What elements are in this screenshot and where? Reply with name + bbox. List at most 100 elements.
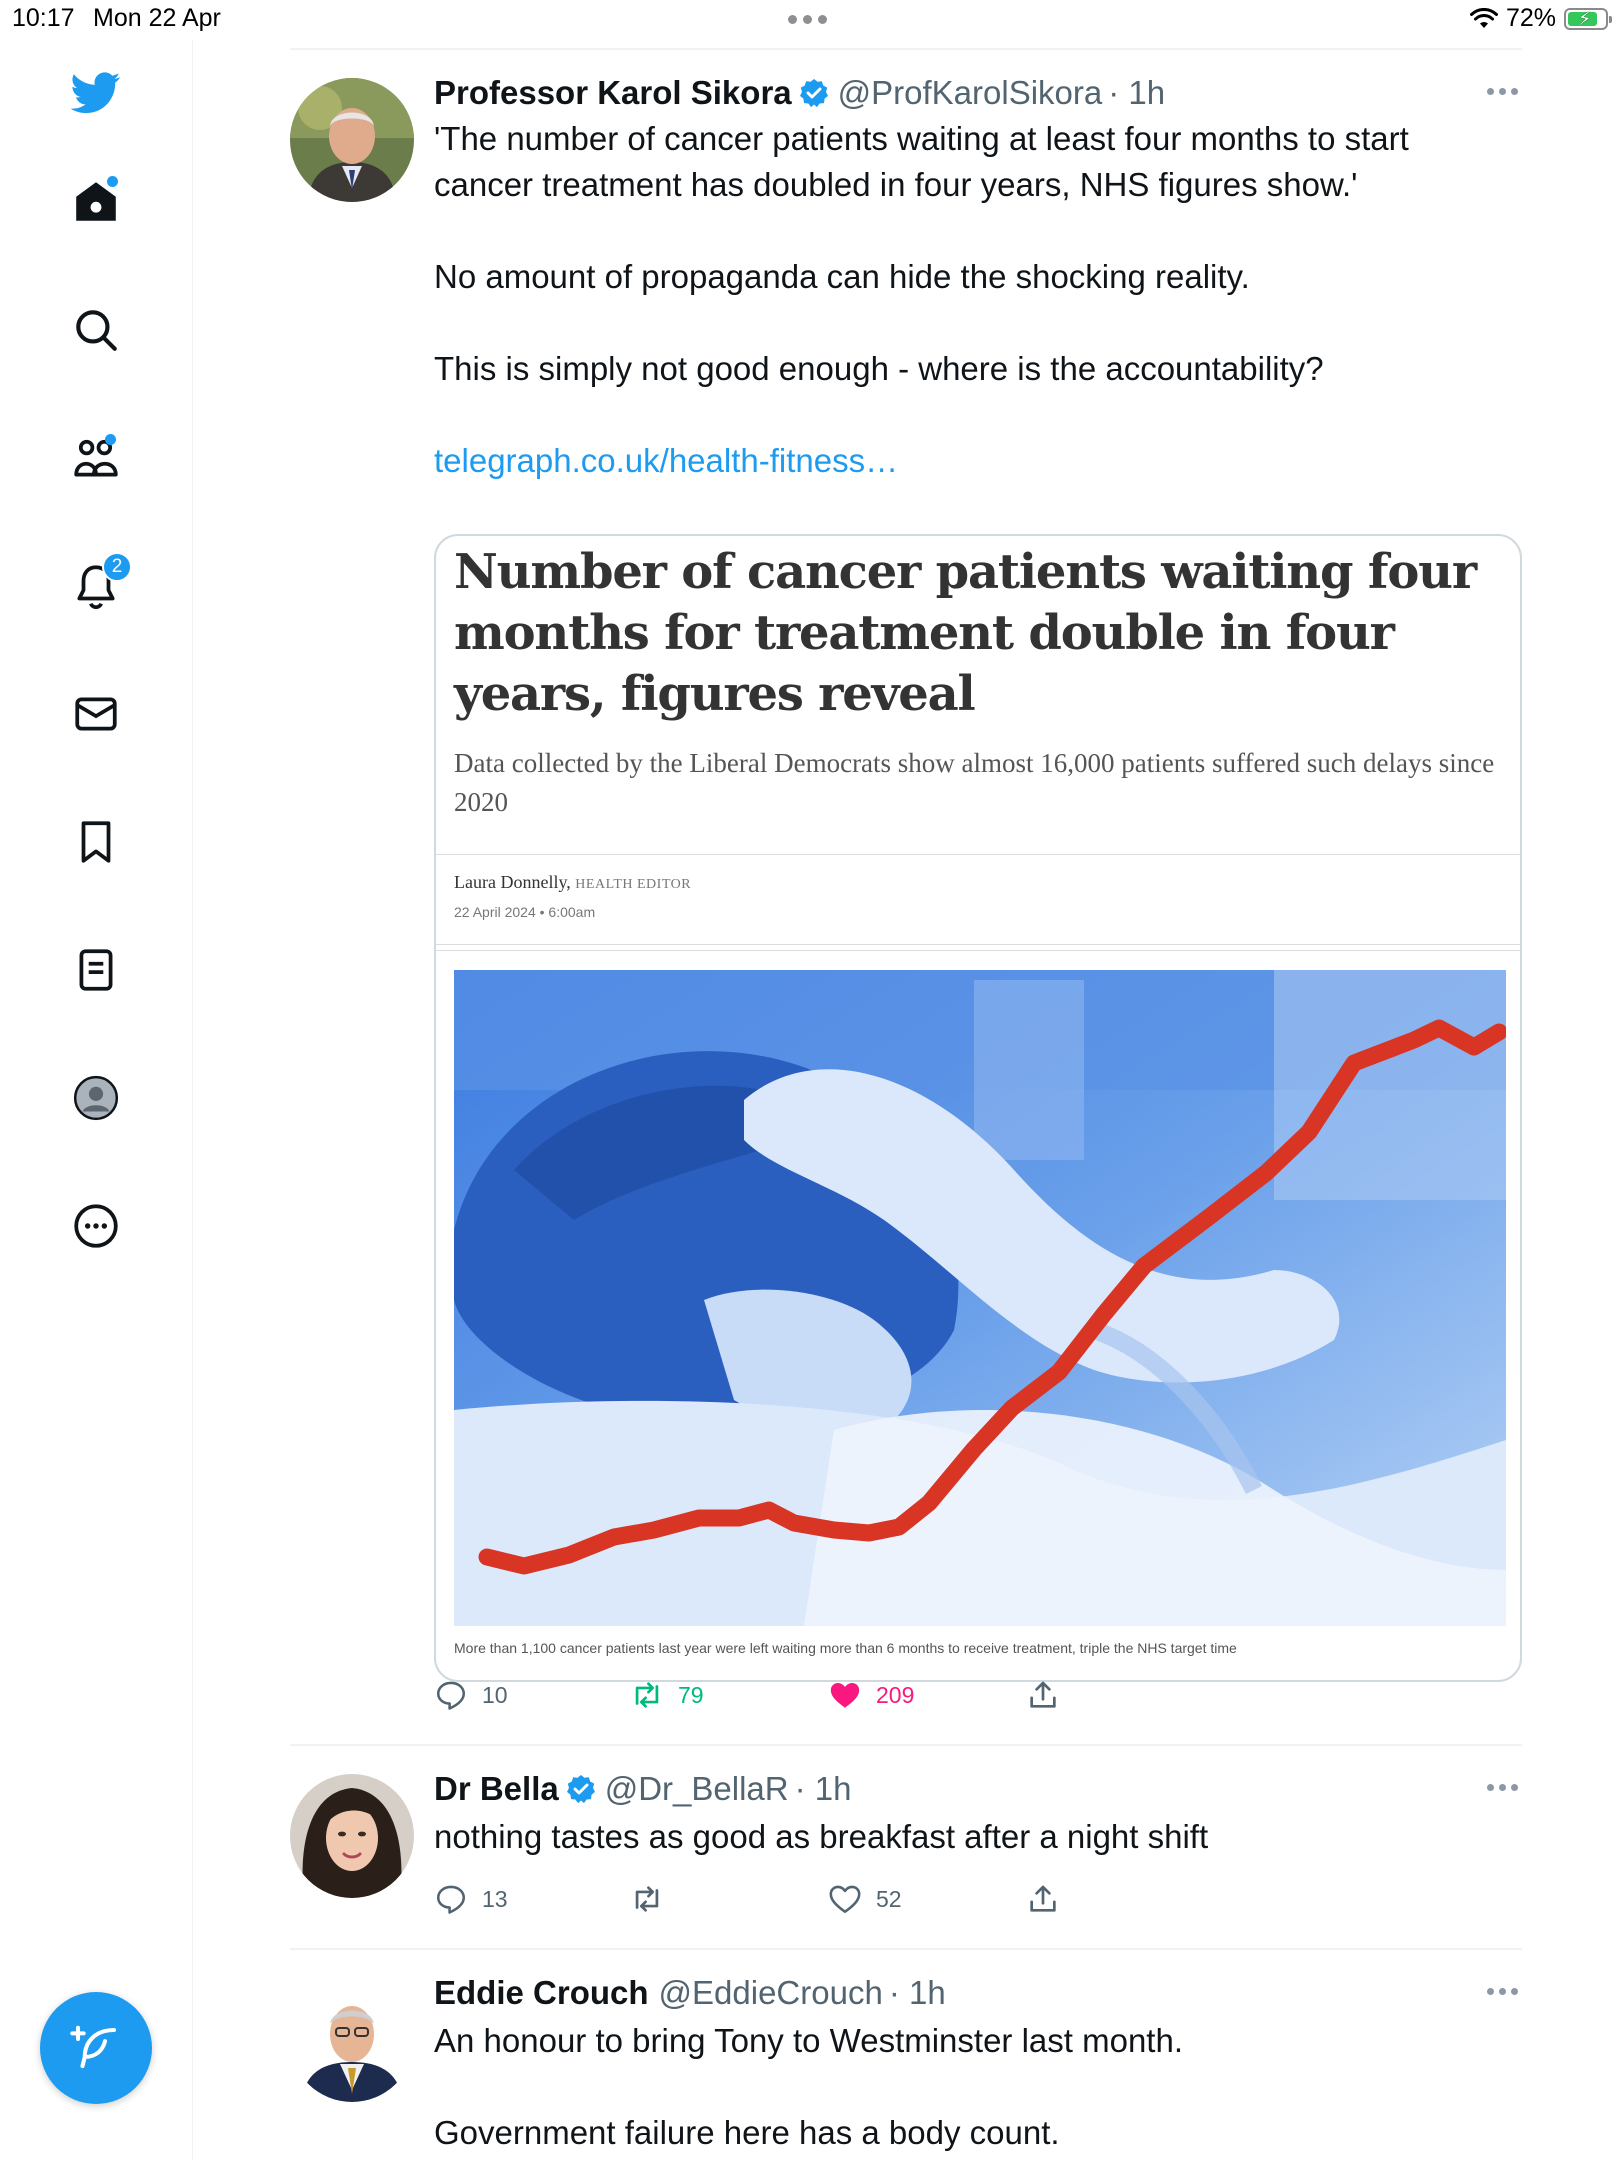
tweet-text-line bbox=[434, 392, 1522, 438]
tweet-header: Eddie Crouch @EddieCrouch · 1h bbox=[434, 1972, 1522, 2014]
nav-profile[interactable] bbox=[64, 1066, 128, 1130]
retweet-count: 79 bbox=[678, 1681, 704, 1708]
heart-filled-icon bbox=[830, 1682, 860, 1708]
tweet-author-name[interactable]: Dr Bella bbox=[434, 1770, 559, 1808]
card-headline: Number of cancer patients waiting four m… bbox=[454, 544, 1477, 722]
retweet-icon bbox=[635, 1682, 659, 1708]
reply-button[interactable]: 13 bbox=[434, 1882, 508, 1916]
search-icon bbox=[76, 310, 117, 351]
tweet-timestamp[interactable]: · 1h bbox=[795, 1770, 852, 1808]
card-author-role: HEALTH EDITOR bbox=[575, 877, 692, 892]
tweet-actions: 13 52 bbox=[434, 1882, 1522, 1922]
tweet-text-line: An honour to bring Tony to Westminster l… bbox=[434, 2022, 1183, 2059]
nav-messages[interactable] bbox=[64, 682, 128, 746]
card-standfirst: Data collected by the Liberal Democrats … bbox=[454, 748, 1495, 817]
notification-count-badge: 2 bbox=[102, 552, 132, 582]
retweet-button[interactable] bbox=[630, 1882, 664, 1916]
tweet-actions: 10 79 209 bbox=[434, 1678, 1522, 1718]
tweet-author-handle[interactable]: @Dr_BellaR bbox=[605, 1770, 789, 1808]
compose-icon bbox=[70, 2025, 117, 2069]
status-indicators: 72% ⚡ bbox=[1469, 4, 1612, 33]
nav-home[interactable] bbox=[64, 170, 128, 234]
status-bar: 10:17 Mon 22 Apr 72% ⚡ bbox=[0, 0, 1620, 40]
tweet-header: Dr Bella @Dr_BellaR · 1h bbox=[434, 1768, 1522, 1810]
reply-count: 13 bbox=[482, 1885, 508, 1912]
card-date: 22 April 2024 • 6:00am bbox=[454, 904, 596, 920]
tweet-link[interactable]: telegraph.co.uk/health-fitness… bbox=[434, 438, 1522, 484]
list-icon bbox=[79, 949, 113, 991]
reply-icon bbox=[436, 1885, 466, 1914]
battery-icon: ⚡ bbox=[1564, 7, 1612, 30]
reply-icon bbox=[436, 1681, 466, 1710]
image-caption: More than 1,100 cancer patients last yea… bbox=[454, 1640, 1237, 1656]
tweet-text-line bbox=[434, 300, 1522, 346]
tweet-text-line bbox=[434, 2064, 1522, 2110]
tweet-author-name[interactable]: Professor Karol Sikora bbox=[434, 74, 792, 112]
tweet-text: An honour to bring Tony to Westminster l… bbox=[434, 2018, 1522, 2156]
share-icon bbox=[1030, 1681, 1056, 1708]
avatar[interactable] bbox=[290, 78, 414, 202]
bookmark-icon bbox=[81, 821, 111, 863]
home-dot-badge bbox=[107, 176, 118, 187]
share-button[interactable] bbox=[1026, 1882, 1060, 1916]
link-card[interactable]: Number of cancer patients waiting four m… bbox=[434, 534, 1522, 1682]
tweet[interactable]: Eddie Crouch @EddieCrouch · 1h An honour… bbox=[290, 1972, 1522, 2160]
share-button[interactable] bbox=[1026, 1678, 1060, 1712]
tweet-timestamp[interactable]: · 1h bbox=[889, 1974, 946, 2012]
share-icon bbox=[1030, 1885, 1056, 1912]
card-divider bbox=[436, 944, 1520, 945]
like-button[interactable]: 209 bbox=[828, 1678, 914, 1712]
nav-notifications[interactable]: 2 bbox=[64, 552, 132, 618]
retweet-button[interactable]: 79 bbox=[630, 1678, 704, 1712]
more-options-icon[interactable] bbox=[1487, 88, 1518, 95]
compose-tweet-button[interactable] bbox=[40, 1992, 152, 2104]
heart-icon bbox=[829, 1885, 861, 1914]
tweet-text-line: This is simply not good enough - where i… bbox=[434, 350, 1324, 387]
timeline-divider bbox=[290, 1948, 1522, 1950]
card-divider bbox=[436, 854, 1520, 855]
timeline-divider bbox=[290, 48, 1522, 50]
tweet-text-line: No amount of propaganda can hide the sho… bbox=[434, 258, 1250, 295]
card-author: Laura Donnelly, bbox=[454, 872, 571, 892]
tweet-text-line: nothing tastes as good as breakfast afte… bbox=[434, 1818, 1209, 1855]
tweet[interactable]: Professor Karol Sikora @ProfKarolSikora … bbox=[290, 72, 1522, 1732]
like-button[interactable]: 52 bbox=[828, 1882, 902, 1916]
tweet-timestamp[interactable]: · 1h bbox=[1108, 74, 1165, 112]
reply-button[interactable]: 10 bbox=[434, 1678, 508, 1712]
tweet-author-handle[interactable]: @ProfKarolSikora bbox=[838, 74, 1103, 112]
like-count: 52 bbox=[876, 1885, 902, 1912]
sidebar: 2 bbox=[0, 40, 193, 2160]
verified-badge-icon[interactable] bbox=[565, 1773, 597, 1805]
tweet[interactable]: Dr Bella @Dr_BellaR · 1h nothing tastes … bbox=[290, 1768, 1522, 1948]
nav-explore[interactable] bbox=[64, 298, 128, 362]
card-divider bbox=[436, 950, 1520, 951]
battery-percent: 72% bbox=[1505, 4, 1556, 32]
nav-bookmarks[interactable] bbox=[64, 810, 128, 874]
card-byline: Laura Donnelly, HEALTH EDITOR bbox=[454, 872, 691, 893]
avatar[interactable] bbox=[290, 1774, 414, 1898]
more-options-icon[interactable] bbox=[1487, 1784, 1518, 1791]
status-date: Mon 22 Apr bbox=[93, 4, 221, 32]
profile-icon bbox=[73, 1075, 119, 1121]
like-count: 209 bbox=[876, 1681, 915, 1708]
reply-count: 10 bbox=[482, 1681, 508, 1708]
tweet-text-line: 'The number of cancer patients waiting a… bbox=[434, 120, 1409, 157]
tweet-header: Professor Karol Sikora @ProfKarolSikora … bbox=[434, 72, 1522, 114]
multitasking-dots-icon[interactable] bbox=[788, 15, 827, 24]
verified-badge-icon[interactable] bbox=[798, 77, 830, 109]
retweet-icon bbox=[635, 1886, 659, 1912]
more-options-icon[interactable] bbox=[1487, 1988, 1518, 1995]
tweet-author-name[interactable]: Eddie Crouch bbox=[434, 1974, 649, 2012]
nav-more[interactable] bbox=[64, 1194, 128, 1258]
tweet-text-line: cancer treatment has doubled in four yea… bbox=[434, 166, 1358, 203]
avatar[interactable] bbox=[290, 1978, 414, 2102]
tweet-text-line bbox=[434, 208, 1522, 254]
status-time: 10:17 bbox=[12, 4, 75, 32]
nav-lists[interactable] bbox=[64, 938, 128, 1002]
tweet-text-line: Government failure here has a body count… bbox=[434, 2114, 1060, 2151]
twitter-logo-icon[interactable] bbox=[64, 60, 128, 124]
more-circle-icon bbox=[74, 1204, 118, 1248]
tweet-text: nothing tastes as good as breakfast afte… bbox=[434, 1814, 1522, 1860]
nav-communities[interactable] bbox=[64, 426, 128, 490]
tweet-author-handle[interactable]: @EddieCrouch bbox=[659, 1974, 883, 2012]
